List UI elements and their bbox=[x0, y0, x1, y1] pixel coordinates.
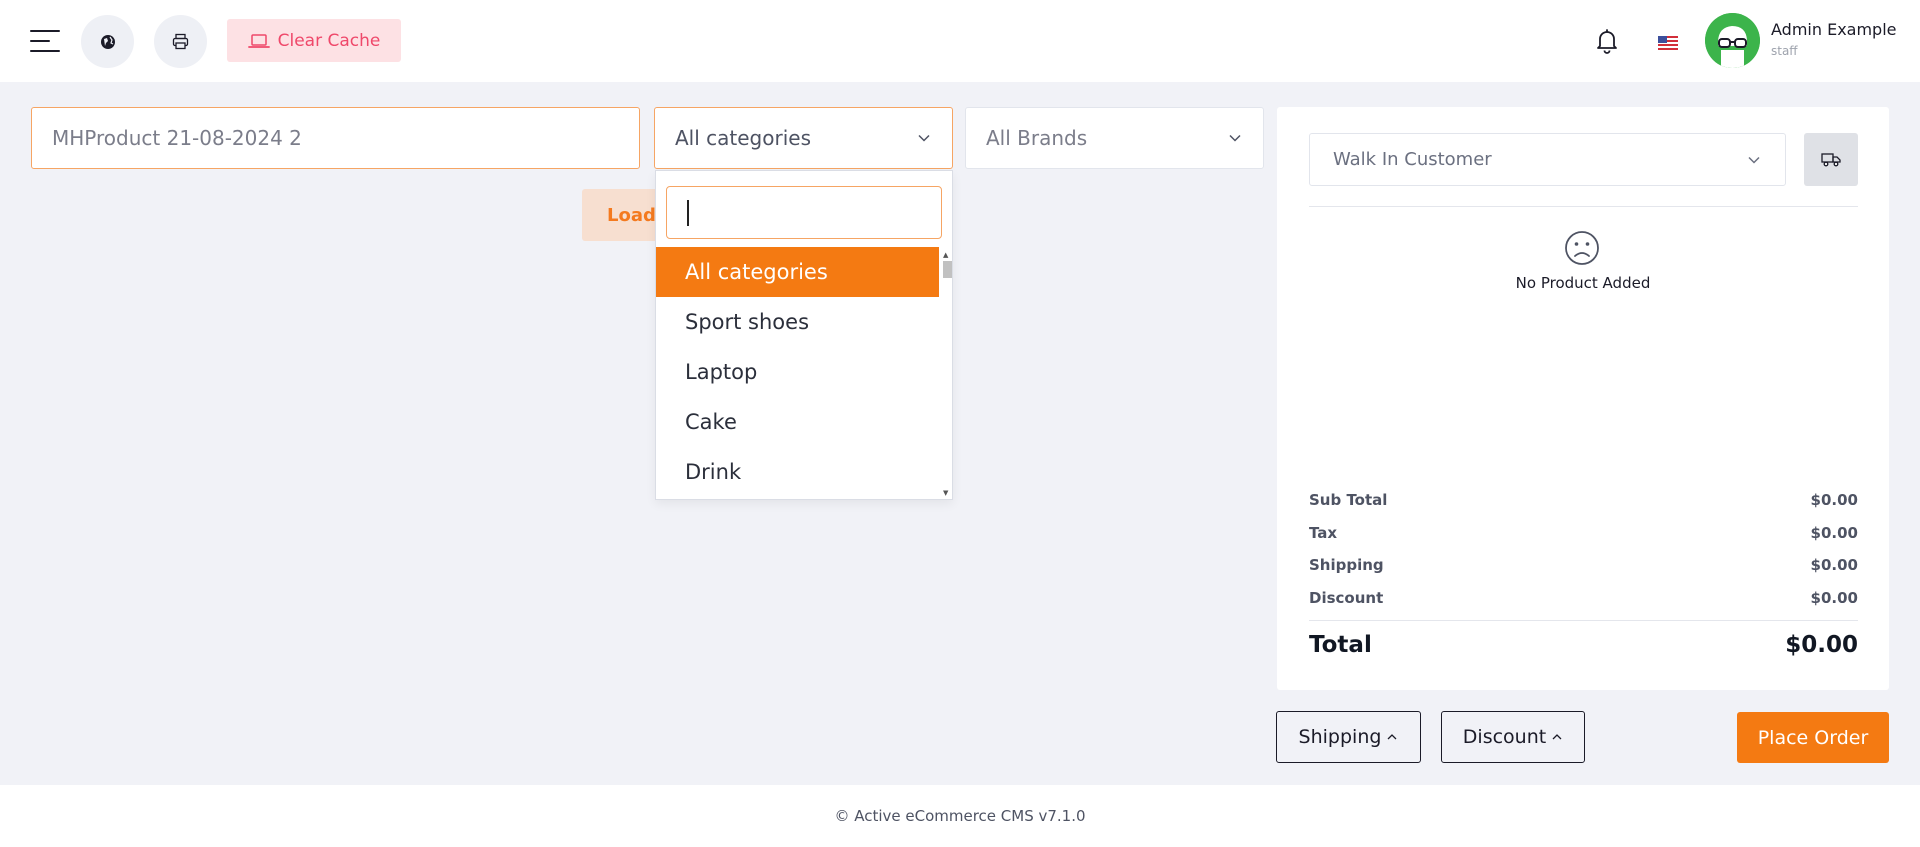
dropdown-scrollbar[interactable]: ▲ ▼ bbox=[939, 247, 952, 499]
dropdown-option[interactable]: All categories bbox=[656, 247, 939, 297]
summary-value: $0.00 bbox=[1810, 589, 1858, 607]
summary-label: Discount bbox=[1309, 589, 1384, 607]
user-name[interactable]: Admin Example bbox=[1771, 20, 1897, 39]
printer-icon bbox=[172, 33, 189, 50]
category-select-value: All categories bbox=[675, 126, 811, 150]
place-order-label: Place Order bbox=[1757, 726, 1869, 749]
cart-panel: Walk In Customer No Product Added Sub To… bbox=[1277, 107, 1889, 690]
user-role: staff bbox=[1771, 44, 1798, 58]
footer-copyright: © Active eCommerce CMS v7.1.0 bbox=[834, 807, 1086, 825]
summary-value: $0.00 bbox=[1810, 556, 1858, 574]
shipping-button[interactable]: Shipping bbox=[1276, 711, 1421, 763]
bell-icon bbox=[1597, 29, 1617, 54]
discount-button-label: Discount bbox=[1462, 726, 1547, 748]
summary-row-shipping: Shipping $0.00 bbox=[1309, 556, 1858, 574]
dropdown-option[interactable]: Drink bbox=[656, 447, 939, 497]
total-row: Total $0.00 bbox=[1309, 632, 1858, 658]
dropdown-option[interactable]: Cake bbox=[656, 397, 939, 447]
customer-select-value: Walk In Customer bbox=[1333, 149, 1492, 170]
dropdown-option[interactable]: Sport shoes bbox=[656, 297, 939, 347]
brand-select-value: All Brands bbox=[986, 126, 1088, 150]
avatar-glasses-icon bbox=[1705, 13, 1760, 68]
chevron-up-icon bbox=[1387, 734, 1397, 740]
top-navbar: Clear Cache Admin Example staff bbox=[0, 0, 1920, 82]
summary-value: $0.00 bbox=[1810, 524, 1858, 542]
chevron-down-icon bbox=[1748, 156, 1760, 164]
notification-button[interactable] bbox=[1592, 26, 1622, 56]
laptop-icon bbox=[247, 33, 270, 48]
shipping-button-label: Shipping bbox=[1298, 726, 1382, 748]
summary-label: Sub Total bbox=[1309, 491, 1388, 509]
scroll-down-icon[interactable]: ▼ bbox=[943, 489, 948, 497]
language-selector[interactable] bbox=[1658, 35, 1678, 50]
total-value: $0.00 bbox=[1785, 632, 1858, 658]
summary-row-tax: Tax $0.00 bbox=[1309, 524, 1858, 542]
scroll-up-icon[interactable]: ▲ bbox=[943, 251, 948, 259]
summary-row-subtotal: Sub Total $0.00 bbox=[1309, 491, 1858, 509]
hamburger-menu-icon[interactable] bbox=[30, 28, 62, 54]
discount-button[interactable]: Discount bbox=[1441, 711, 1585, 763]
brand-select[interactable]: All Brands bbox=[965, 107, 1264, 169]
divider bbox=[1309, 620, 1858, 621]
shipping-address-button[interactable] bbox=[1804, 133, 1858, 186]
total-label: Total bbox=[1309, 632, 1372, 658]
summary-row-discount: Discount $0.00 bbox=[1309, 589, 1858, 607]
category-dropdown: All categories Sport shoes Laptop Cake D… bbox=[655, 170, 953, 500]
product-search-input[interactable] bbox=[31, 107, 640, 169]
chevron-down-icon bbox=[918, 134, 930, 142]
us-flag-icon bbox=[1658, 36, 1678, 50]
globe-button[interactable] bbox=[81, 15, 134, 68]
category-select[interactable]: All categories bbox=[654, 107, 953, 169]
dropdown-option[interactable]: Laptop bbox=[656, 347, 939, 397]
summary-label: Shipping bbox=[1309, 556, 1384, 574]
place-order-button[interactable]: Place Order bbox=[1737, 712, 1889, 763]
customer-select[interactable]: Walk In Customer bbox=[1309, 133, 1786, 186]
globe-icon bbox=[100, 34, 115, 49]
user-avatar[interactable] bbox=[1705, 13, 1760, 68]
clear-cache-label: Clear Cache bbox=[277, 30, 381, 51]
empty-cart-message: No Product Added bbox=[1515, 274, 1651, 292]
clear-cache-button[interactable]: Clear Cache bbox=[227, 19, 401, 62]
text-caret bbox=[687, 200, 689, 226]
print-button[interactable] bbox=[154, 15, 207, 68]
chevron-up-icon bbox=[1552, 734, 1562, 740]
summary-label: Tax bbox=[1309, 524, 1338, 542]
sad-face-icon bbox=[1565, 231, 1599, 265]
category-search-input[interactable] bbox=[666, 186, 942, 239]
footer: © Active eCommerce CMS v7.1.0 bbox=[0, 785, 1920, 847]
chevron-down-icon bbox=[1229, 134, 1241, 142]
scrollbar-thumb[interactable] bbox=[943, 261, 952, 278]
divider bbox=[1309, 206, 1858, 207]
summary-value: $0.00 bbox=[1810, 491, 1858, 509]
truck-icon bbox=[1821, 153, 1841, 167]
